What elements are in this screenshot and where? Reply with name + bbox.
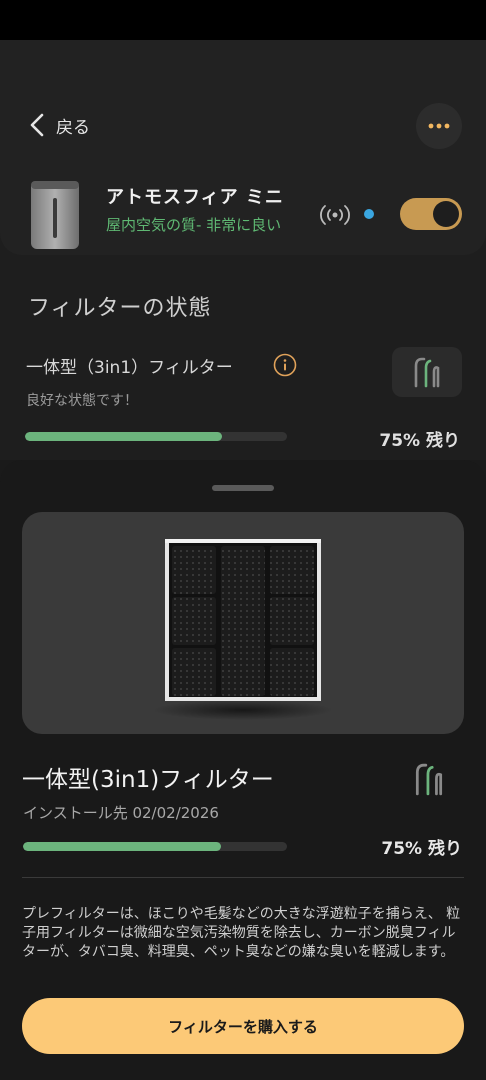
buy-filter-button[interactable]: フィルターを購入する xyxy=(22,998,464,1054)
filter-description: プレフィルターは、ほこりや毛髪などの大きな浮遊粒子を捕らえ、 粒子用フィルターは… xyxy=(22,906,461,960)
detail-progress-bar xyxy=(23,842,287,851)
filter-condition: 良好な状態です！ xyxy=(26,393,138,409)
filter-remaining: 75% 残り xyxy=(379,431,460,451)
filter-icon xyxy=(415,763,443,796)
more-button[interactable] xyxy=(416,103,462,149)
filter-progress-fill xyxy=(25,432,222,441)
detail-remaining: 75% 残り xyxy=(381,839,462,859)
detail-progress-fill xyxy=(23,842,221,851)
divider xyxy=(22,877,464,878)
back-label: 戻る xyxy=(56,117,90,138)
connection-indicator-dot xyxy=(364,209,374,219)
filter-progress-bar xyxy=(25,432,287,441)
power-toggle[interactable] xyxy=(400,198,462,230)
wireless-signal-icon xyxy=(320,205,350,225)
back-button[interactable]: 戻る xyxy=(28,112,90,138)
filter-image xyxy=(22,512,464,734)
device-name: アトモスフィア ミニ xyxy=(106,187,284,208)
more-horizontal-icon xyxy=(428,123,450,129)
air-purifier-image xyxy=(31,181,79,249)
filter-detail-title: 一体型(3in1)フィルター xyxy=(22,767,274,793)
section-title: フィルターの状態 xyxy=(28,296,212,321)
filter-name: 一体型（3in1）フィルター xyxy=(26,358,233,378)
info-icon[interactable] xyxy=(273,353,297,377)
chevron-left-icon xyxy=(30,113,44,137)
toggle-knob xyxy=(433,201,459,227)
status-bar xyxy=(0,0,486,40)
filter-icon xyxy=(414,357,440,388)
air-quality-status: 屋内空気の質- 非常に良い xyxy=(106,216,282,234)
sheet-drag-handle[interactable] xyxy=(212,485,274,491)
filter-icon-button[interactable] xyxy=(392,347,462,397)
install-date: インストール先 02/02/2026 xyxy=(23,804,219,822)
